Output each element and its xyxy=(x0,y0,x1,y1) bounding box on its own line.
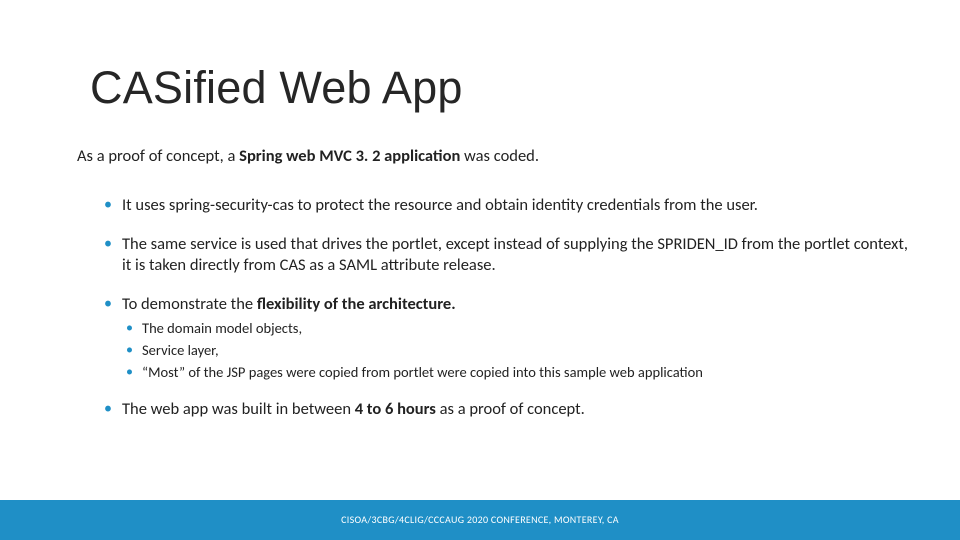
bullet-pre: The web app was built in between xyxy=(122,399,355,419)
bullet-item: To demonstrate the flexibility of the ar… xyxy=(100,294,920,381)
bullet-item: The web app was built in between 4 to 6 … xyxy=(100,399,920,420)
bullet-item: The same service is used that drives the… xyxy=(100,234,920,276)
footer-bar: CISOA/3CBG/4CLIG/CCCAUG 2020 CONFERENCE,… xyxy=(0,500,960,540)
bullet-pre: To demonstrate the xyxy=(122,294,257,314)
intro-post: was coded. xyxy=(464,146,539,166)
bullet-list: It uses spring-security-cas to protect t… xyxy=(100,195,920,420)
intro-line: As a proof of concept, a Spring web MVC … xyxy=(77,146,539,166)
slide-body: It uses spring-security-cas to protect t… xyxy=(100,195,920,438)
bullet-text: The same service is used that drives the… xyxy=(122,234,908,275)
bullet-bold: 4 to 6 hours xyxy=(355,399,440,419)
sub-bullet-item: The domain model objects, xyxy=(122,319,920,338)
intro-bold: Spring web MVC 3. 2 application xyxy=(239,146,464,166)
sub-bullet-text: “Most” of the JSP pages were copied from… xyxy=(142,363,703,381)
bullet-item: It uses spring-security-cas to protect t… xyxy=(100,195,920,216)
slide: CASified Web App As a proof of concept, … xyxy=(0,0,960,540)
sub-bullet-list: The domain model objects, Service layer,… xyxy=(122,319,920,381)
bullet-text: It uses spring-security-cas to protect t… xyxy=(122,195,758,215)
sub-bullet-text: The domain model objects, xyxy=(142,319,302,337)
bullet-post: as a proof of concept. xyxy=(440,399,585,419)
slide-title: CASified Web App xyxy=(90,62,463,114)
footer-text: CISOA/3CBG/4CLIG/CCCAUG 2020 CONFERENCE,… xyxy=(341,513,619,526)
intro-pre: As a proof of concept, a xyxy=(77,146,239,166)
sub-bullet-item: “Most” of the JSP pages were copied from… xyxy=(122,363,920,382)
sub-bullet-item: Service layer, xyxy=(122,341,920,360)
bullet-bold: flexibility of the architecture. xyxy=(257,294,456,314)
sub-bullet-text: Service layer, xyxy=(142,341,219,359)
